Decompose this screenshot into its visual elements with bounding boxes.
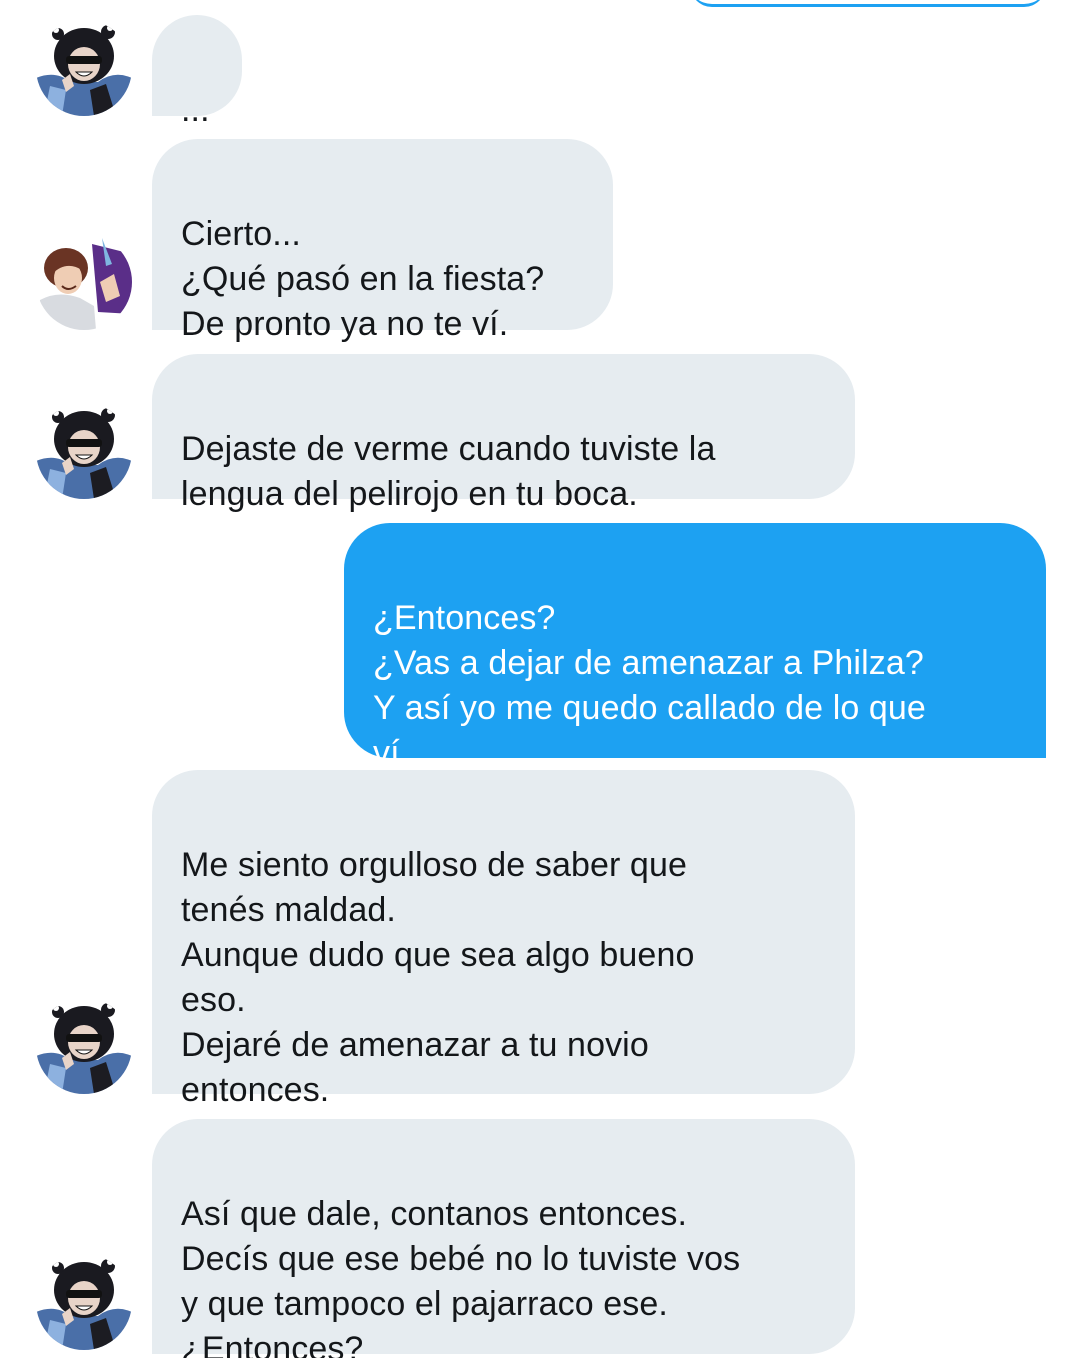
incoming-message-bubble[interactable]: Me siento orgulloso de saber que tenés m… xyxy=(152,770,855,1109)
message-text: Cierto... ¿Qué pasó en la fiesta? De pro… xyxy=(181,215,545,343)
avatar-dark-haired-contact[interactable] xyxy=(36,998,132,1094)
outgoing-message-bubble[interactable]: ¿Entonces? ¿Vas a dejar de amenazar a Ph… xyxy=(344,523,1046,772)
incoming-message-bubble[interactable]: Cierto... ¿Qué pasó en la fiesta? De pro… xyxy=(152,139,613,343)
message-text: Dejaste de verme cuando tuviste la lengu… xyxy=(181,430,716,513)
dark-haired-character-avatar-icon xyxy=(36,403,132,499)
incoming-message-bubble[interactable]: Dejaste de verme cuando tuviste la lengu… xyxy=(152,354,855,513)
message-text: ... xyxy=(181,91,210,129)
incoming-message-bubble[interactable]: ... xyxy=(152,15,242,129)
message-text: ¿Entonces? ¿Vas a dejar de amenazar a Ph… xyxy=(373,599,926,772)
brown-haired-character-avatar-icon xyxy=(36,234,132,330)
avatar-brown-haired-contact[interactable] xyxy=(36,234,132,330)
previous-outgoing-bubble-edge xyxy=(690,0,1046,7)
avatar-dark-haired-contact[interactable] xyxy=(36,1254,132,1350)
incoming-message-bubble[interactable]: Así que dale, contanos entonces. Decís q… xyxy=(152,1119,855,1358)
message-text: Así que dale, contanos entonces. Decís q… xyxy=(181,1195,741,1358)
avatar-dark-haired-contact[interactable] xyxy=(36,20,132,116)
dark-haired-character-avatar-icon xyxy=(36,20,132,116)
avatar-dark-haired-contact[interactable] xyxy=(36,403,132,499)
message-text: Me siento orgulloso de saber que tenés m… xyxy=(181,846,695,1109)
dark-haired-character-avatar-icon xyxy=(36,1254,132,1350)
dark-haired-character-avatar-icon xyxy=(36,998,132,1094)
